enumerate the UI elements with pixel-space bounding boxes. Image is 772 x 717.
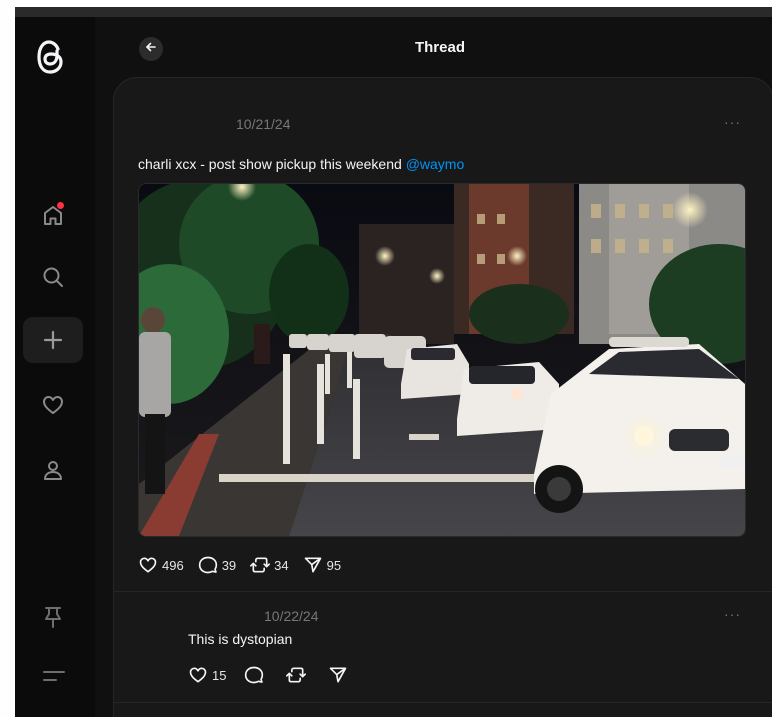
heart-icon [138,555,162,575]
divider [114,591,772,592]
reply-like-button[interactable]: 15 [188,665,226,685]
repost-button[interactable]: 34 [250,555,289,575]
comment-count: 39 [221,557,237,573]
heart-icon [188,665,212,685]
thread-card: 10/21/24 ··· charli xcx - post show pick… [113,77,772,717]
sidebar [15,17,95,717]
top-band [15,7,772,17]
send-icon [303,555,327,575]
like-button[interactable]: 496 [138,555,184,575]
sidebar-item-activity[interactable] [23,382,83,428]
repost-count: 34 [274,557,289,573]
sidebar-item-search[interactable] [23,254,83,300]
heart-icon [41,393,65,417]
comment-button[interactable]: 39 [198,555,236,575]
reply-actions: 15 [188,665,366,685]
post-more-button[interactable]: ··· [724,114,741,130]
page-title: Thread [414,39,465,56]
reply-share-button[interactable] [328,665,352,685]
repost-icon [250,555,274,575]
threads-logo-icon[interactable] [36,39,66,75]
threads-app: Thread 10/21/24 ··· charli xcx - post sh… [15,7,772,717]
post-image[interactable] [138,183,746,537]
like-count: 496 [162,557,184,573]
sidebar-item-home[interactable] [23,192,83,238]
reply-comment-button[interactable] [244,665,268,685]
share-count: 95 [326,557,342,573]
send-icon [328,665,352,685]
repost-icon [286,665,310,685]
sidebar-item-profile[interactable] [23,447,83,493]
notification-dot [57,202,64,209]
post-text: charli xcx - post show pickup this weeke… [138,156,464,172]
share-button[interactable]: 95 [303,555,341,575]
sidebar-item-create[interactable] [23,317,83,363]
divider [114,702,772,703]
search-icon [41,265,65,289]
post-actions: 496 39 34 95 [138,555,355,575]
post-date: 10/21/24 [236,116,291,132]
mention-link[interactable]: @waymo [406,156,465,172]
reply-date: 10/22/24 [264,608,319,624]
reply-more-button[interactable]: ··· [724,606,741,622]
reply-repost-button[interactable] [286,665,310,685]
post-caption: charli xcx - post show pickup this weeke… [138,156,402,172]
person-icon [41,458,65,482]
thread-header: Thread [95,17,772,77]
menu-icon[interactable] [43,669,65,688]
reply-text: This is dystopian [188,631,293,647]
comment-icon [198,555,222,575]
pin-icon[interactable] [43,605,63,634]
plus-icon [41,328,65,352]
reply-like-count: 15 [212,667,227,683]
comment-icon [244,665,268,685]
